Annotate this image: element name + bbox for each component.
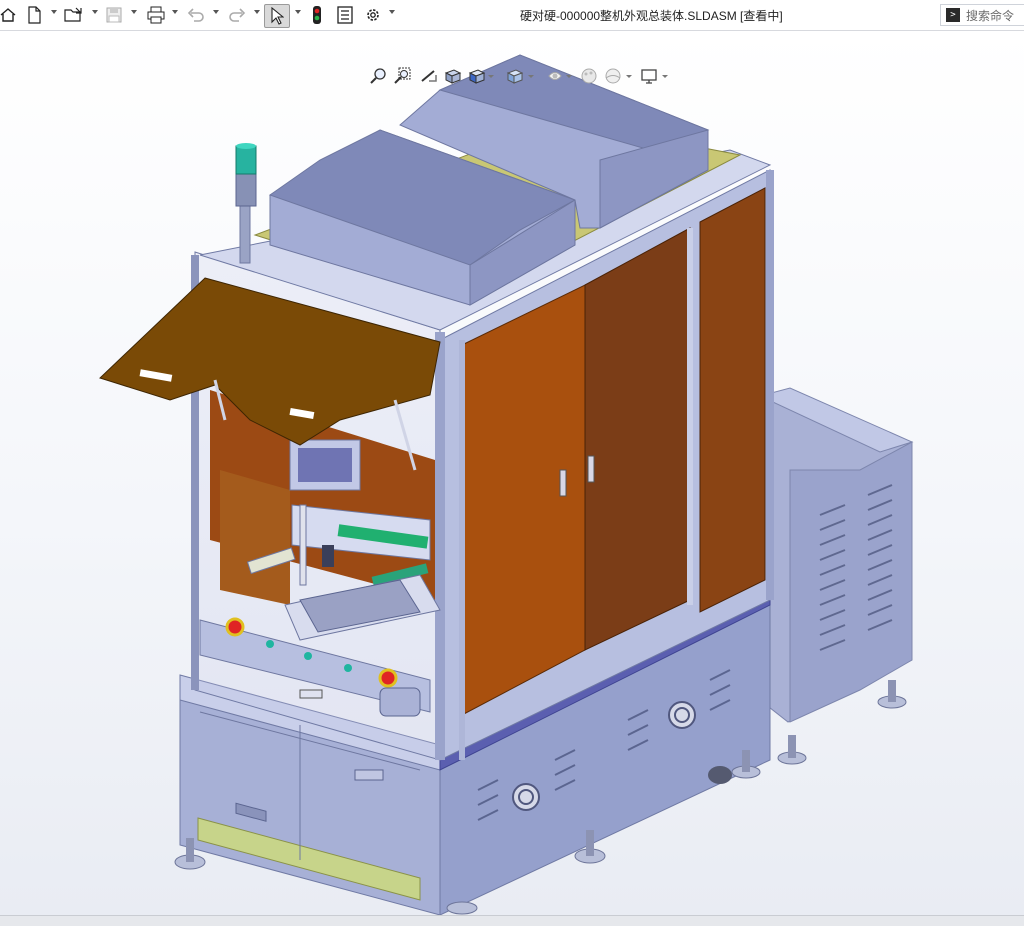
print-icon <box>147 6 165 24</box>
view-settings-button[interactable] <box>640 67 658 85</box>
title-bar: 硬对硬-000000整机外观总装体.SLDASM [查看中] > 搜索命令 <box>0 0 1024 31</box>
rebuild-button[interactable] <box>309 4 325 26</box>
previous-view-button[interactable] <box>420 67 438 85</box>
view-orientation-caret[interactable] <box>488 75 494 78</box>
new-document-button[interactable] <box>25 4 43 26</box>
file-properties-icon <box>337 6 353 24</box>
side-cabinet <box>758 387 914 765</box>
machine-assembly-model[interactable] <box>0 31 1024 915</box>
edit-appearance-button[interactable] <box>580 67 598 85</box>
graphics-area[interactable] <box>0 31 1024 915</box>
save-icon <box>106 7 122 23</box>
document-title: 硬对硬-000000整机外观总装体.SLDASM [查看中] <box>520 9 783 23</box>
select-button[interactable] <box>264 4 290 28</box>
open-button[interactable] <box>63 4 85 26</box>
search-commands-box[interactable]: > 搜索命令 <box>940 4 1024 26</box>
previous-view-icon <box>421 70 437 82</box>
command-prompt-icon: > <box>946 8 960 22</box>
options-button[interactable] <box>363 4 383 26</box>
new-dropdown-caret[interactable] <box>51 10 57 14</box>
apply-scene-icon <box>605 68 621 84</box>
undo-icon <box>187 8 204 22</box>
zoom-to-area-icon <box>394 67 411 84</box>
select-dropdown-caret[interactable] <box>295 10 301 14</box>
print-button[interactable] <box>145 4 167 26</box>
undo-dropdown-caret[interactable] <box>213 10 219 14</box>
print-dropdown-caret[interactable] <box>172 10 178 14</box>
open-dropdown-caret[interactable] <box>92 10 98 14</box>
home-button[interactable] <box>0 4 16 26</box>
zoom-to-fit-button[interactable] <box>370 67 388 85</box>
view-orientation-button[interactable] <box>468 67 486 85</box>
display-style-icon <box>506 69 524 84</box>
section-view-icon <box>444 69 462 84</box>
rebuild-icon <box>313 6 321 24</box>
apply-scene-button[interactable] <box>604 67 622 85</box>
home-icon <box>0 8 16 22</box>
bottom-border <box>0 915 1024 926</box>
display-style-caret[interactable] <box>528 75 534 78</box>
hide-show-items-button[interactable] <box>546 67 564 85</box>
save-button[interactable] <box>104 4 124 26</box>
save-dropdown-caret[interactable] <box>131 10 137 14</box>
select-icon <box>271 7 284 25</box>
hide-show-items-icon <box>548 72 562 80</box>
zoom-to-area-button[interactable] <box>394 67 412 85</box>
zoom-to-fit-icon <box>370 68 386 84</box>
edit-appearance-icon <box>581 68 597 84</box>
options-dropdown-caret[interactable] <box>389 10 395 14</box>
apply-scene-caret[interactable] <box>626 75 632 78</box>
search-placeholder: 搜索命令 <box>966 8 1015 23</box>
options-icon <box>367 9 379 21</box>
undo-button[interactable] <box>186 4 206 26</box>
redo-button[interactable] <box>227 4 247 26</box>
new-document-icon <box>28 6 41 24</box>
file-properties-button[interactable] <box>335 4 355 26</box>
open-icon <box>64 7 82 22</box>
view-settings-icon <box>641 69 657 84</box>
view-orientation-icon <box>468 69 486 84</box>
hide-show-items-caret[interactable] <box>566 75 572 78</box>
section-view-button[interactable] <box>444 67 462 85</box>
redo-icon <box>229 8 246 22</box>
display-style-button[interactable] <box>506 67 524 85</box>
view-settings-caret[interactable] <box>662 75 668 78</box>
redo-dropdown-caret[interactable] <box>254 10 260 14</box>
